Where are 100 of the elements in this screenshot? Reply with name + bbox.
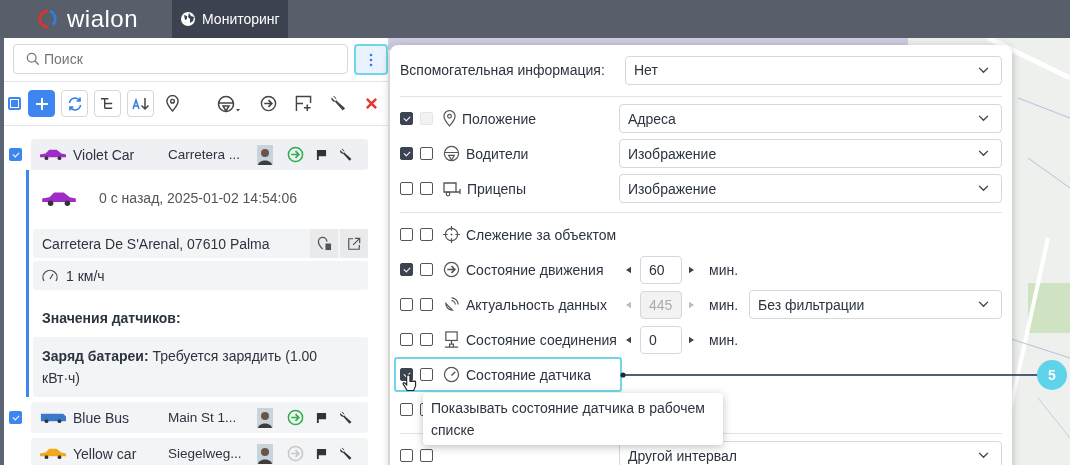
driver-avatar-icon — [257, 407, 273, 428]
increase-icon[interactable] — [689, 265, 694, 274]
sensors-title: Значения датчиков: — [41, 309, 182, 328]
logo-icon — [37, 8, 59, 30]
show-checkbox[interactable] — [400, 182, 413, 195]
add-geofence-icon[interactable] — [295, 95, 312, 112]
hand-cursor-icon — [402, 374, 417, 393]
trailer-icon — [443, 180, 461, 197]
extra-checkbox[interactable] — [420, 228, 433, 241]
extra-checkbox[interactable] — [420, 449, 433, 462]
sort-button[interactable] — [127, 90, 154, 117]
extra-checkbox[interactable] — [420, 147, 433, 160]
speed-value: 1 км/ч — [66, 267, 105, 284]
search-icon — [26, 52, 40, 66]
flag-icon[interactable] — [316, 412, 327, 423]
show-checkbox[interactable] — [400, 449, 413, 462]
wrench-icon[interactable] — [339, 147, 353, 162]
search-field[interactable]: Поиск — [13, 44, 348, 74]
unit-address: Main St 1... — [168, 410, 238, 425]
chevron-icon — [978, 150, 989, 157]
open-link-button[interactable] — [340, 229, 368, 258]
chevron-icon — [978, 115, 989, 122]
chevron-icon — [978, 185, 989, 192]
unit-row[interactable]: Yellow car Siegelweg... — [31, 438, 368, 465]
add-button[interactable] — [28, 90, 55, 117]
pin-icon — [316, 236, 332, 251]
option-label: Актуальность данных — [466, 296, 607, 313]
interval-field[interactable]: 60 — [640, 255, 682, 284]
option-label: Положение — [462, 110, 536, 127]
info-select[interactable]: Нет — [625, 55, 1002, 85]
tree-button[interactable] — [94, 90, 121, 117]
show-checkbox[interactable] — [400, 298, 413, 311]
pin-icon[interactable] — [166, 95, 179, 112]
wrench-icon[interactable] — [339, 410, 353, 425]
flag-icon[interactable] — [316, 149, 327, 160]
decrease-icon[interactable] — [626, 265, 631, 274]
flag-icon[interactable] — [316, 448, 327, 459]
option-label: Водители — [466, 145, 529, 162]
unit-name: Violet Car — [72, 146, 136, 163]
unit-checkbox[interactable] — [9, 411, 22, 424]
option-select[interactable]: Изображение — [619, 174, 1002, 203]
extra-checkbox[interactable] — [420, 298, 433, 311]
steering-wheel-icon[interactable] — [216, 94, 242, 113]
show-checkbox[interactable] — [400, 228, 413, 241]
close-icon[interactable] — [365, 97, 378, 110]
extra-checkbox[interactable] — [420, 263, 433, 276]
speedometer-icon — [42, 267, 58, 284]
interval-unit: мин. — [709, 296, 739, 313]
car-icon — [39, 447, 67, 460]
wrench-icon[interactable] — [339, 446, 353, 461]
decrease-icon[interactable] — [626, 335, 631, 344]
show-checkbox[interactable] — [400, 403, 413, 416]
tooltip: Показывать состояние датчика в рабочем списке — [423, 393, 723, 445]
satellite-icon — [443, 296, 460, 313]
interval-field[interactable]: 0 — [640, 325, 682, 354]
arrow-circle-icon[interactable] — [260, 95, 277, 112]
unit-name: Yellow car — [72, 445, 138, 462]
option-select[interactable]: Другой интервал — [619, 441, 1002, 465]
refresh-icon — [66, 95, 83, 112]
full-address: Carretera De S'Arenal, 07610 Palma — [42, 235, 271, 252]
select-all-checkbox[interactable] — [8, 97, 21, 110]
refresh-button[interactable] — [61, 90, 88, 117]
show-checkbox[interactable] — [400, 112, 413, 125]
show-checkbox[interactable] — [400, 147, 413, 160]
gauge-icon — [443, 366, 460, 383]
wrench-icon[interactable] — [330, 95, 347, 112]
increase-icon[interactable] — [689, 335, 694, 344]
unit-name: Blue Bus — [72, 409, 131, 426]
car-icon — [39, 148, 67, 161]
extra-checkbox[interactable] — [420, 182, 433, 195]
logo-text: wialon — [67, 5, 139, 33]
unit-checkbox[interactable] — [9, 148, 22, 161]
sort-icon — [131, 96, 150, 111]
interval-unit: мин. — [709, 261, 739, 278]
option-label: Слежение за объектом — [466, 226, 617, 243]
sensor-value: Заряд батареи: Требуется зарядить (1.00 кВт·ч) — [42, 348, 318, 386]
location-button[interactable] — [310, 229, 338, 258]
plus-icon — [34, 96, 49, 111]
driver-avatar-icon — [257, 144, 273, 165]
option-select[interactable]: Адреса — [619, 104, 1002, 133]
unit-row[interactable]: Blue Bus Main St 1... — [31, 402, 368, 433]
more-icon — [369, 52, 373, 67]
interval-unit: мин. — [709, 331, 739, 348]
unit-row[interactable]: Violet Car Carretera ... — [31, 139, 368, 170]
external-link-icon — [347, 236, 361, 251]
tree-icon — [100, 96, 115, 111]
chevron-icon — [978, 66, 989, 74]
option-select[interactable]: Изображение — [619, 139, 1002, 168]
show-checkbox[interactable] — [400, 263, 413, 276]
option-label: Прицепы — [467, 180, 526, 197]
extra-checkbox[interactable] — [420, 333, 433, 346]
last-message-time: 0 с назад, 2025-01-02 14:54:06 — [99, 190, 298, 206]
pin-icon — [443, 110, 456, 127]
option-select[interactable]: Без фильтрации — [749, 290, 1002, 319]
show-checkbox[interactable] — [400, 333, 413, 346]
unit-address: Carretera ... — [168, 147, 242, 162]
steering-wheel-icon — [443, 145, 460, 162]
crosshair-icon — [443, 226, 460, 243]
extra-checkbox[interactable] — [420, 368, 433, 381]
monitoring-tab[interactable]: Мониторинг — [172, 0, 288, 38]
